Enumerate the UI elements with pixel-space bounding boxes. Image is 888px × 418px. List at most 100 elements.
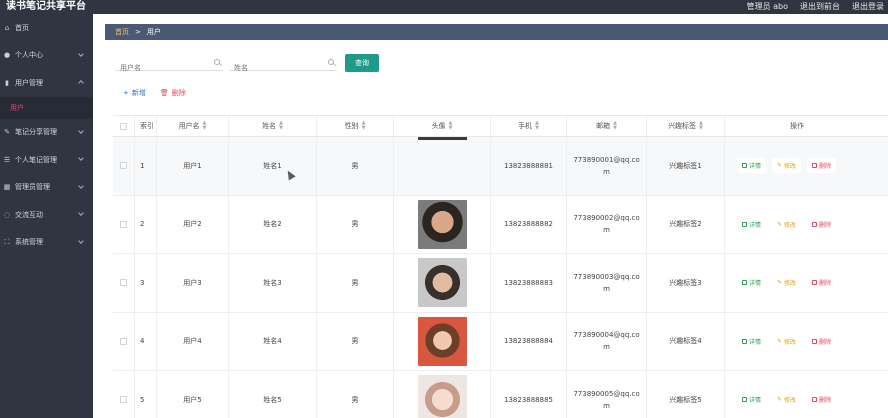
detail-icon <box>742 338 747 344</box>
query-button[interactable]: 查询 <box>345 54 379 72</box>
cell-email: 773890003@qq.com <box>567 254 647 312</box>
avatar-image[interactable] <box>417 375 467 418</box>
delete-button[interactable]: 删除 <box>807 158 837 174</box>
detail-button[interactable]: 详情 <box>737 158 767 174</box>
table-row[interactable]: 5 用户5 姓名5 男 13823888885 773890005@qq.com… <box>113 371 888 418</box>
cell-email: 773890005@qq.com <box>567 371 647 418</box>
trash-icon <box>812 163 818 169</box>
cell-phone: 13823888885 <box>491 371 567 418</box>
detail-icon <box>742 163 747 169</box>
cell-name: 姓名5 <box>229 371 317 418</box>
row-checkbox[interactable] <box>120 396 127 404</box>
detail-icon <box>742 280 747 286</box>
name-search-input[interactable] <box>229 60 337 76</box>
header-username[interactable]: 用户名 ▲ ▼ <box>157 116 229 136</box>
cell-ops: 详情 ✎ 修改 删除 <box>725 313 869 371</box>
add-button[interactable]: + 新增 <box>123 88 146 98</box>
chart-icon: ▮ <box>5 78 9 87</box>
sort-icon: ▲ ▼ <box>535 120 539 131</box>
back-to-front-link[interactable]: 退出到前台 <box>800 0 840 14</box>
header-name[interactable]: 姓名 ▲ ▼ <box>229 116 317 136</box>
sidebar-item-user-management[interactable]: ▮ 用户管理 <box>0 69 93 97</box>
sidebar-item-home[interactable]: ⌂ 首页 <box>0 14 93 42</box>
detail-button[interactable]: 详情 <box>737 334 766 349</box>
list-icon: ☰ <box>3 155 11 164</box>
home-icon: ⌂ <box>4 23 10 32</box>
sidebar-item-system[interactable]: ⛶ 系统管理 <box>0 229 93 257</box>
detail-button[interactable]: 详情 <box>737 217 766 232</box>
sidebar-item-note-sharing[interactable]: ✎ 笔记分享管理 <box>0 119 93 147</box>
top-bar-right: 管理员 abo 退出到前台 退出登录 <box>747 0 884 14</box>
chevron-down-icon <box>78 155 84 161</box>
row-checkbox[interactable] <box>120 279 127 287</box>
cell-index: 5 <box>135 371 157 418</box>
cell-gender: 男 <box>317 137 394 195</box>
table-row[interactable]: 2 用户2 姓名2 男 13823888882 773890002@qq.com… <box>113 195 888 254</box>
breadcrumb-home[interactable]: 首页 <box>115 27 129 37</box>
search-icon <box>328 59 334 65</box>
cell-gender: 男 <box>317 195 394 253</box>
sidebar-subitem-users[interactable]: 用户 <box>0 96 93 119</box>
detail-button[interactable]: 详情 <box>737 392 766 407</box>
pencil-icon: ✎ <box>777 220 783 228</box>
add-label: 新增 <box>131 89 146 97</box>
edit-button[interactable]: ✎ 修改 <box>772 334 801 349</box>
sort-icon: ▲ ▼ <box>361 120 366 131</box>
edit-icon: ✎ <box>4 128 10 137</box>
cell-name: 姓名3 <box>229 254 317 312</box>
delete-button[interactable]: 删除 <box>807 392 836 407</box>
cell-gender: 男 <box>317 254 394 312</box>
avatar-image[interactable] <box>417 199 467 249</box>
chevron-down-icon <box>78 210 84 216</box>
grid-icon: ▦ <box>3 183 11 192</box>
username-search-input[interactable] <box>115 60 223 76</box>
cell-username: 用户3 <box>157 254 229 312</box>
table-row[interactable]: 1 用户1 姓名1 男 13823888881 773890001@qq.com… <box>113 137 888 196</box>
batch-delete-button[interactable]: 🗑 删除 <box>160 88 186 98</box>
edit-button[interactable]: ✎ 修改 <box>772 392 801 407</box>
row-checkbox[interactable] <box>120 162 127 170</box>
header-avatar[interactable]: 头像 ▲ ▼ <box>394 116 491 136</box>
row-checkbox[interactable] <box>120 220 127 228</box>
header-gender[interactable]: 性别 ▲ ▼ <box>317 116 394 136</box>
detail-button[interactable]: 详情 <box>737 275 766 290</box>
edit-button[interactable]: ✎ 修改 <box>772 158 802 174</box>
table-row[interactable]: 4 用户4 姓名4 男 13823888884 773890004@qq.com… <box>113 312 888 371</box>
cell-avatar <box>394 371 491 418</box>
header-email[interactable]: 邮箱 ▲ ▼ <box>567 116 647 136</box>
sidebar-item-label: 个人中心 <box>15 51 43 60</box>
header-phone[interactable]: 手机 ▲ ▼ <box>491 116 567 136</box>
sidebar-subitem-label: 用户 <box>10 103 24 112</box>
sort-icon: ▲ ▼ <box>613 120 617 131</box>
table-row[interactable]: 3 用户3 姓名3 男 13823888883 773890003@qq.com… <box>113 254 888 313</box>
select-all-checkbox[interactable] <box>120 122 127 130</box>
sidebar-item-personal-center[interactable]: ● 个人中心 <box>0 42 93 70</box>
sidebar-item-admin-management[interactable]: ▦ 管理员管理 <box>0 174 93 202</box>
cell-gender: 男 <box>317 371 394 418</box>
trash-icon <box>812 397 818 403</box>
cell-name: 姓名4 <box>229 312 317 370</box>
avatar-image[interactable] <box>417 316 467 366</box>
delete-button[interactable]: 删除 <box>807 334 836 349</box>
delete-button[interactable]: 删除 <box>807 217 836 232</box>
edit-button[interactable]: ✎ 修改 <box>772 275 801 290</box>
trash-icon: 🗑 <box>159 89 169 97</box>
cell-username: 用户4 <box>157 312 229 370</box>
edit-button[interactable]: ✎ 修改 <box>772 217 801 232</box>
sort-icon: ▲ ▼ <box>279 120 283 131</box>
pencil-icon: ✎ <box>777 337 783 345</box>
sidebar-item-interaction[interactable]: ◌ 交流互动 <box>0 201 93 229</box>
trash-icon <box>812 221 818 227</box>
detail-icon <box>742 221 747 227</box>
app-title: 读书笔记共享平台 <box>6 1 86 12</box>
row-checkbox[interactable] <box>120 337 127 345</box>
cell-phone: 13823888883 <box>491 254 567 312</box>
avatar-image[interactable] <box>417 258 467 308</box>
cell-index: 2 <box>135 195 157 253</box>
logout-link[interactable]: 退出登录 <box>852 0 884 14</box>
sidebar-item-personal-notes[interactable]: ☰ 个人笔记管理 <box>0 146 93 174</box>
header-tag[interactable]: 兴趣标签 ▲ ▼ <box>647 116 725 136</box>
detail-icon <box>742 397 747 403</box>
cell-avatar <box>394 312 491 370</box>
delete-button[interactable]: 删除 <box>807 275 836 290</box>
